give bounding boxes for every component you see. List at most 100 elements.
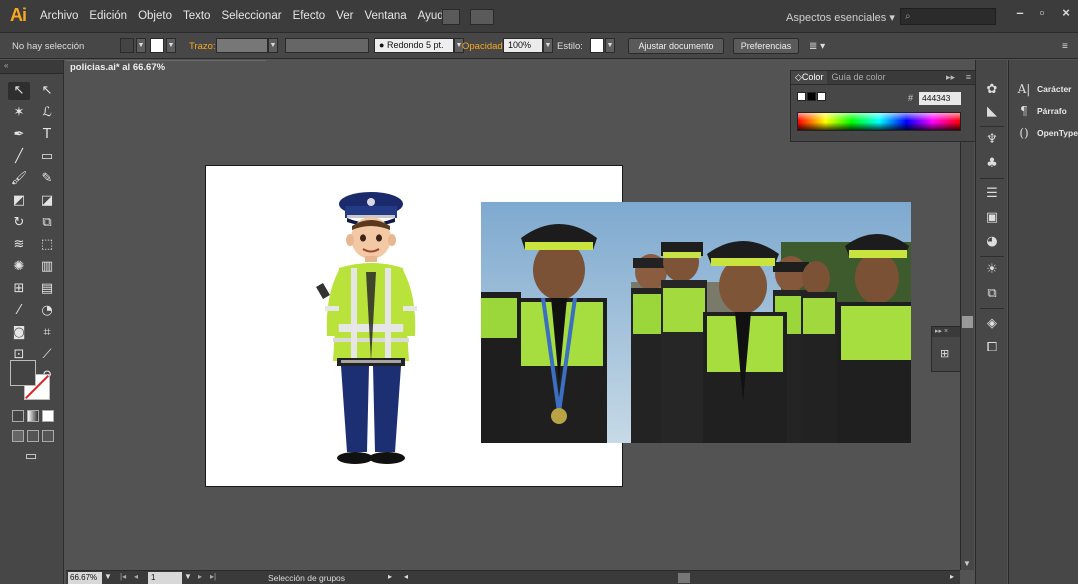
pen-icon[interactable]: ✒ [8, 126, 30, 144]
scale-icon[interactable]: ⧉ [36, 214, 58, 232]
stroke-label[interactable]: Trazo: [189, 41, 216, 52]
next-artboard-icon[interactable]: ▸ [198, 572, 202, 581]
transparency-icon[interactable]: ◕ [982, 232, 1002, 252]
style-swatch[interactable] [590, 38, 604, 53]
fill-stroke-widget[interactable] [10, 360, 56, 404]
fill-swatch[interactable] [120, 38, 134, 53]
blend-icon[interactable]: ◔ [36, 302, 58, 320]
selection-tool-icon[interactable]: ↖ [8, 82, 30, 100]
opentype-panel-button[interactable]: () OpenType [1017, 126, 1078, 140]
zoom-field[interactable]: 66.67% [68, 572, 102, 584]
mesh-icon[interactable]: ⊞ [8, 280, 30, 298]
menu-texto[interactable]: Texto [183, 10, 211, 22]
menu-efecto[interactable]: Efecto [293, 10, 326, 22]
slice-icon[interactable]: ◙ [8, 324, 30, 342]
canvas[interactable] [66, 76, 960, 570]
zoom-dropdown-icon[interactable]: ▼ [104, 572, 112, 581]
color-panel-icon[interactable]: ✿ [982, 80, 1002, 100]
arrange-documents-button[interactable] [470, 9, 494, 25]
status-text[interactable]: Selección de grupos [268, 573, 345, 583]
lasso-icon[interactable]: ℒ [36, 104, 58, 122]
type-icon[interactable]: T [36, 126, 58, 144]
black-swatch[interactable] [807, 92, 816, 101]
tab-color[interactable]: ◇Color [791, 71, 828, 84]
appearance-icon[interactable]: ☀ [982, 260, 1002, 280]
panel-menu-icon[interactable]: ≡ [1062, 41, 1068, 52]
paragraph-panel-button[interactable]: ¶ Párrafo [1017, 104, 1067, 118]
scroll-down-icon[interactable]: ▼ [963, 559, 971, 568]
panel-menu-icon[interactable]: ≡ [966, 71, 971, 84]
gradient-icon[interactable]: ▤ [36, 280, 58, 298]
magic-wand-icon[interactable]: ✶ [8, 104, 30, 122]
artboard-dropdown-icon[interactable]: ▼ [184, 572, 192, 581]
character-panel-button[interactable]: A| Carácter [1017, 82, 1072, 96]
floating-panel-header[interactable]: ▸▸ × [932, 327, 960, 337]
screen-mode-icon[interactable]: ▭ [20, 448, 42, 466]
tab-color-guide[interactable]: Guía de color [827, 71, 889, 84]
color-guide-icon[interactable]: ◣ [982, 102, 1002, 122]
pencil-icon[interactable]: ✎ [36, 170, 58, 188]
minimize-icon[interactable]: – [1008, 4, 1032, 24]
workspace-switcher[interactable]: Aspectos esenciales ▾ [786, 11, 895, 24]
menu-objeto[interactable]: Objeto [138, 10, 172, 22]
prev-artboard-icon[interactable]: ◂ [134, 572, 138, 581]
first-artboard-icon[interactable]: |◂ [120, 572, 126, 581]
brushes-icon[interactable]: ♆ [982, 130, 1002, 150]
arrange-icon[interactable]: ≣ ▾ [809, 41, 825, 52]
blob-brush-icon[interactable]: ◩ [8, 192, 30, 210]
symbol-sprayer-icon[interactable]: ✺ [8, 258, 30, 276]
symbols-icon[interactable]: ♣ [982, 154, 1002, 174]
draw-behind-icon[interactable] [27, 430, 39, 442]
status-menu-icon[interactable]: ▸ [388, 572, 392, 581]
document-setup-button[interactable]: Ajustar documento [628, 38, 724, 54]
fill-dropdown[interactable]: ▼ [136, 38, 146, 53]
collapse-panel-icon[interactable]: ▸▸ [946, 71, 955, 84]
search-input[interactable]: ⌕ [900, 8, 996, 25]
gradient-mode-icon[interactable] [27, 410, 39, 422]
brush-definition[interactable]: ● Redondo 5 pt. [374, 38, 454, 53]
menu-ventana[interactable]: Ventana [364, 10, 406, 22]
tools-panel-header[interactable]: « [0, 60, 63, 74]
artboards-icon[interactable]: ⧠ [982, 338, 1002, 358]
vertical-scrollbar[interactable]: ▼ [960, 76, 974, 570]
gradient-panel-icon[interactable]: ▣ [982, 208, 1002, 228]
none-swatch[interactable] [797, 92, 806, 101]
document-tab[interactable]: policias.ai* al 66.67% (CMYK/Previsualiz… [66, 60, 266, 86]
stroke-weight-field[interactable] [216, 38, 268, 53]
stroke-weight-dropdown[interactable]: ▼ [268, 38, 278, 53]
scroll-right-icon[interactable]: ▸ [950, 572, 954, 581]
line-icon[interactable]: ╱ [8, 148, 30, 166]
white-swatch[interactable] [817, 92, 826, 101]
vertical-scroll-thumb[interactable] [962, 316, 973, 328]
stroke-dropdown[interactable]: ▼ [166, 38, 176, 53]
style-dropdown[interactable]: ▼ [605, 38, 615, 53]
draw-inside-icon[interactable] [42, 430, 54, 442]
color-mode-icon[interactable] [12, 410, 24, 422]
scroll-left-icon[interactable]: ◂ [404, 572, 408, 581]
opacity-field[interactable]: 100% [503, 38, 543, 53]
direct-selection-tool-icon[interactable]: ↖ [36, 82, 58, 100]
stroke-swatch[interactable] [150, 38, 164, 53]
police-photo[interactable] [481, 202, 911, 443]
menu-seleccionar[interactable]: Seleccionar [221, 10, 281, 22]
artboard-icon[interactable]: ⌗ [36, 324, 58, 342]
opacity-label[interactable]: Opacidad: [462, 41, 505, 52]
grid-icon[interactable]: ⊞ [940, 347, 949, 360]
close-icon[interactable]: × [1054, 4, 1078, 24]
menu-archivo[interactable]: Archivo [40, 10, 78, 22]
variable-width-profile[interactable] [285, 38, 369, 53]
layers-icon[interactable]: ◈ [982, 314, 1002, 334]
menu-edicion[interactable]: Edición [89, 10, 127, 22]
menu-ver[interactable]: Ver [336, 10, 353, 22]
rotate-icon[interactable]: ↻ [8, 214, 30, 232]
graphic-styles-icon[interactable]: ⧉ [982, 284, 1002, 304]
restore-icon[interactable]: ▫ [1030, 4, 1054, 24]
none-mode-icon[interactable] [42, 410, 54, 422]
horizontal-scroll-thumb[interactable] [678, 573, 690, 583]
opacity-dropdown[interactable]: ▼ [543, 38, 553, 53]
last-artboard-icon[interactable]: ▸| [210, 572, 216, 581]
graph-icon[interactable]: ▥ [36, 258, 58, 276]
hex-input[interactable]: 444343 [919, 92, 961, 105]
stroke-panel-icon[interactable]: ☰ [982, 184, 1002, 204]
color-spectrum[interactable] [797, 112, 961, 131]
